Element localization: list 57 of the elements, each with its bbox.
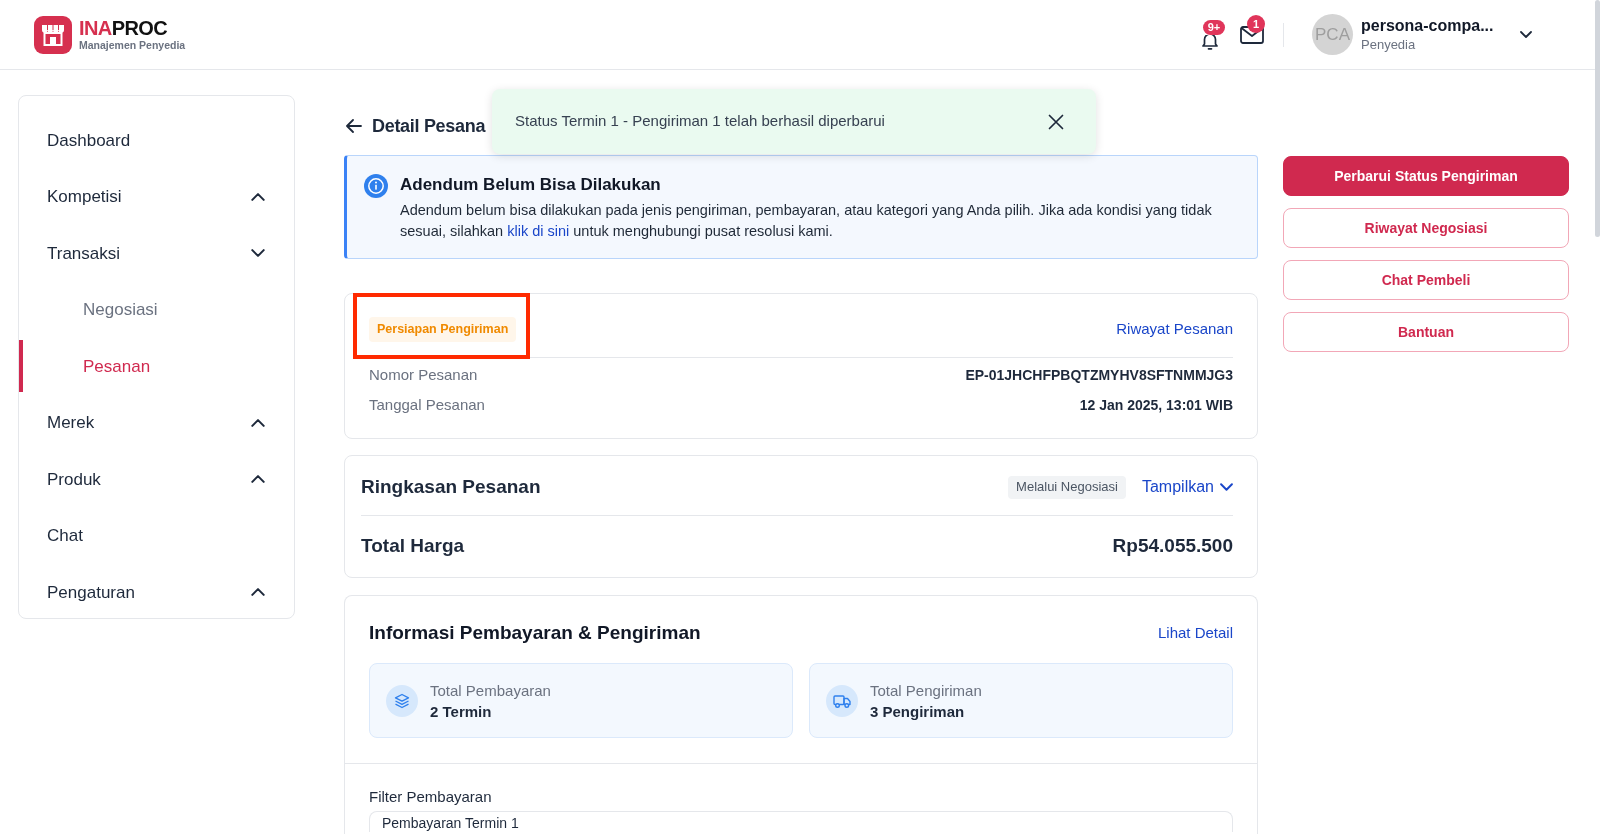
toast-message: Status Termin 1 - Pengiriman 1 telah berhasil diperbarui [515,111,885,132]
close-icon[interactable] [1048,113,1064,130]
user-name: persona-compa... [1361,16,1495,36]
alert-title: Adendum Belum Bisa Dilakukan [400,174,662,196]
section-title: Informasi Pembayaran & Pengiriman [369,620,701,645]
chevron-up-icon[interactable] [251,588,265,597]
info-icon [364,174,388,198]
stat-value: 3 Pengiriman [870,701,966,722]
sidebar-item[interactable]: Transaksi [19,225,294,282]
total-price: Rp54.055.500 [1112,533,1233,558]
sidebar-item[interactable]: Kompetisi [19,168,294,225]
notification-count-badge: 9+ [1203,19,1225,35]
page-title: Detail Pesana [372,115,486,138]
action-button[interactable]: Chat Pembeli [1283,260,1569,300]
detail-link[interactable]: Lihat Detail [1157,621,1233,645]
sidebar-item[interactable]: Negosiasi [19,281,294,338]
chevron-up-icon[interactable] [251,192,265,201]
alert-link[interactable]: klik di sini [507,223,570,239]
stat-label: Total Pengiriman [870,680,982,701]
scrollbar-thumb[interactable] [1595,0,1600,237]
message-count-badge: 1 [1247,14,1265,33]
sidebar-item[interactable]: Chat [19,507,294,564]
action-button[interactable]: Bantuan [1283,312,1569,352]
filter-select[interactable]: Pembayaran Termin 1 [369,811,1233,832]
field-value: EP-01JHCHFPBQTZMYHV8SFTNMMJG3 [965,365,1233,385]
back-arrow-icon[interactable] [346,119,362,133]
order-status-badge: Persiapan Pengiriman [369,316,517,342]
sidebar-item[interactable]: Pesanan [19,338,294,395]
chevron-up-icon[interactable] [251,418,265,427]
filter-label: Filter Pembayaran [369,787,493,807]
sidebar-item[interactable]: Pengaturan [19,564,294,621]
order-history-link[interactable]: Riwayat Pesanan [1116,317,1233,341]
negotiation-tag: Melalui Negosiasi [1008,475,1126,499]
store-logo-icon [34,15,72,54]
action-button[interactable]: Perbarui Status Pengiriman [1283,156,1569,196]
action-button[interactable]: Riwayat Negosiasi [1283,208,1569,248]
show-toggle[interactable]: Tampilkan [1141,475,1233,499]
chevron-up-icon[interactable] [251,475,265,484]
alert-message: Adendum belum bisa dilakukan pada jenis pengiriman, pembayaran, atau kategori yang Anda pilih. Jika ada kondisi yang tidak sesuai, silahkan klik di sini untuk menghubungi pusat resolusi kami. [400,201,1213,241]
summary-title: Ringkasan Pesanan [361,474,541,499]
bell-icon[interactable] [1200,34,1220,50]
sidebar-item[interactable]: Merek [19,394,294,451]
stat-value: 2 Termin [430,701,493,722]
field-label: Nomor Pesanan [369,364,478,385]
field-label: Tanggal Pesanan [369,394,485,415]
chevron-down-icon[interactable] [251,249,265,258]
sidebar-item[interactable]: Dashboard [19,112,294,169]
truck-icon [826,684,858,717]
user-role: Penyedia [1361,36,1417,53]
brand-subtitle: Manajemen Penyedia [79,38,186,52]
total-label: Total Harga [361,533,465,558]
stat-label: Total Pembayaran [430,680,551,701]
sidebar-item[interactable]: Produk [19,451,294,508]
layers-icon [386,684,418,717]
chevron-down-icon[interactable] [1520,31,1532,38]
brand-name: INAPROC [79,17,169,38]
field-value: 12 Jan 2025, 13:01 WIB [1079,395,1233,415]
